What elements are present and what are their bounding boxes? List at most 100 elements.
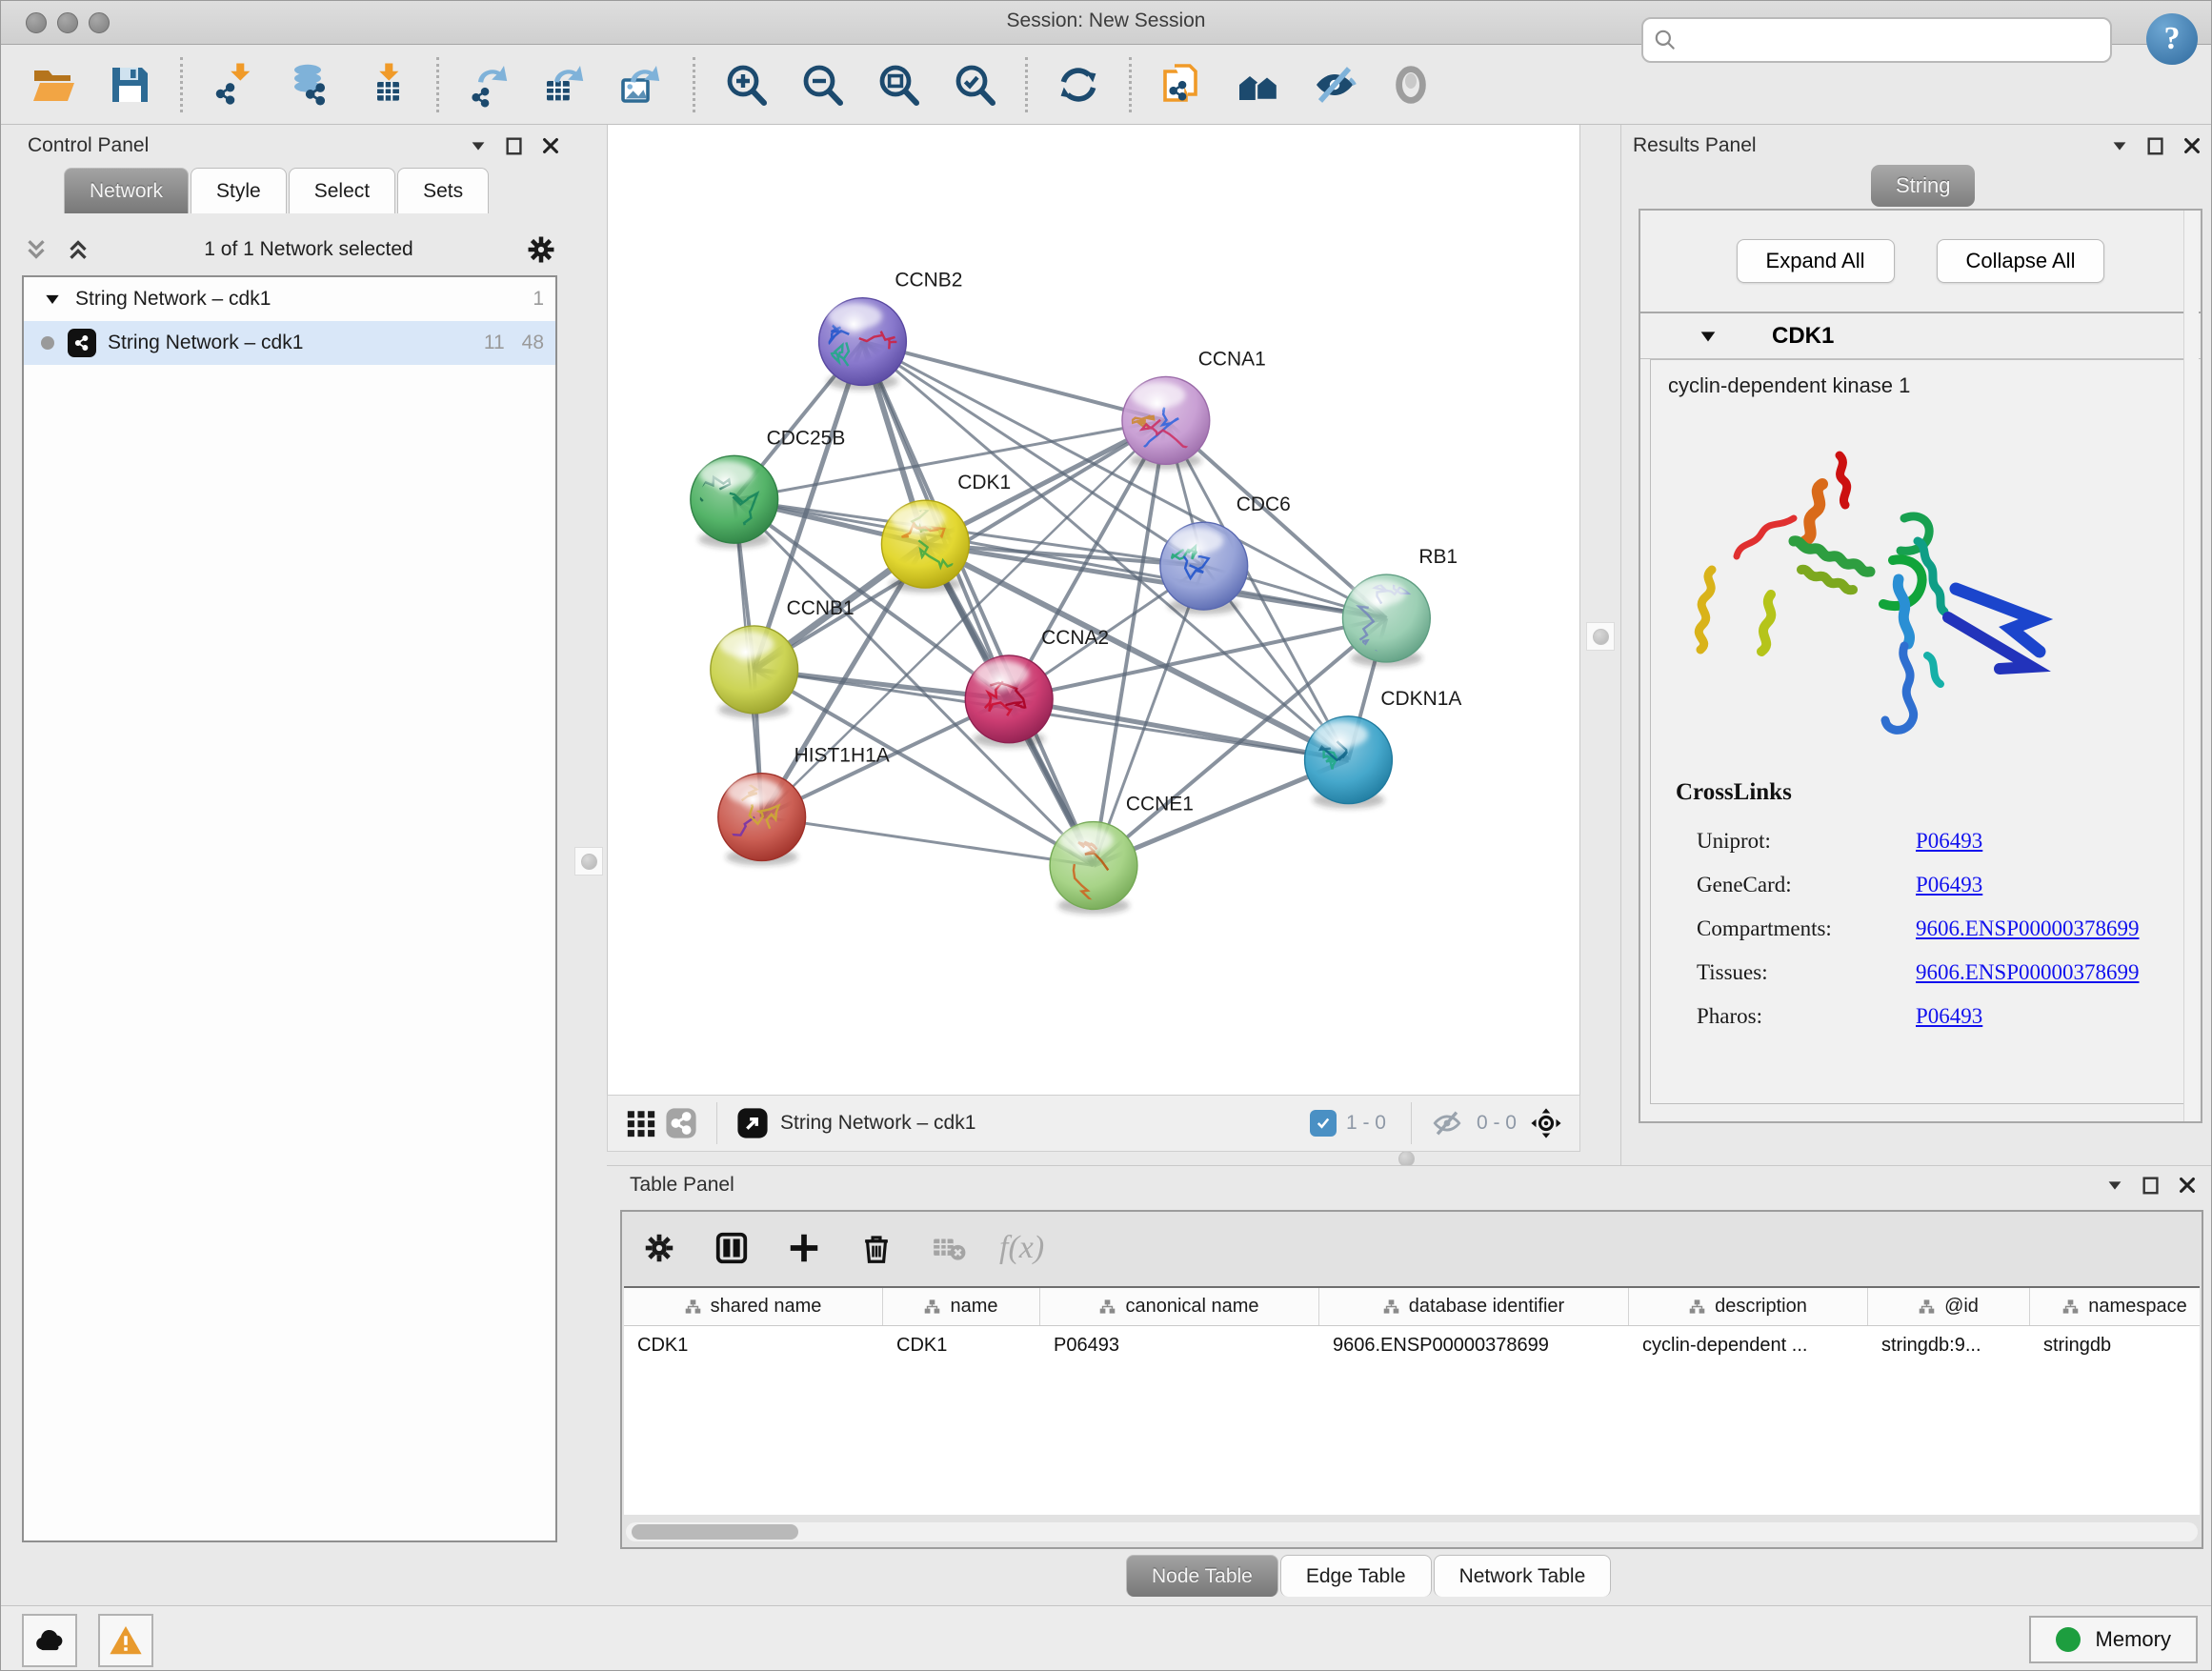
edge-CDC25B-CDC6[interactable] (734, 499, 1204, 566)
close-panel-icon[interactable] (2182, 135, 2202, 156)
node-CCNE1[interactable] (1050, 822, 1137, 923)
cell-name[interactable]: CDK1 (883, 1326, 1040, 1364)
collapse-gene-icon[interactable] (1698, 326, 1719, 347)
selected-checkbox-icon[interactable] (1310, 1110, 1337, 1137)
graphics-detail-grid-icon[interactable] (621, 1103, 661, 1143)
tab-sets[interactable]: Sets (397, 168, 489, 213)
cell-database-identifier[interactable]: 9606.ENSP00000378699 (1319, 1326, 1629, 1364)
node-CCNB1[interactable] (711, 626, 798, 718)
column-header-@id[interactable]: @id (1868, 1288, 2030, 1325)
node-CDC25B[interactable] (691, 455, 778, 548)
external-window-icon[interactable] (733, 1103, 773, 1143)
edge-HIST1H1A-CCNE1[interactable] (762, 817, 1094, 866)
node-RB1[interactable] (1342, 574, 1430, 667)
node-HIST1H1A[interactable] (715, 774, 805, 866)
table-row[interactable]: CDK1CDK1P064939606.ENSP00000378699cyclin… (624, 1326, 2200, 1364)
birdseye-share-icon[interactable] (661, 1103, 701, 1143)
network-canvas[interactable]: CCNB2CCNA1CDC25BCDK1CDC6RB1CCNB1CCNA2CDK… (607, 125, 1580, 1095)
tab-style[interactable]: Style (191, 168, 287, 213)
column-header-description[interactable]: description (1629, 1288, 1868, 1325)
gene-details: cyclin-dependent kinase 1 (1650, 359, 2191, 1104)
search-input[interactable] (1678, 21, 2110, 59)
export-image-icon[interactable] (616, 59, 668, 111)
save-session-icon[interactable] (104, 59, 155, 111)
first-neighbors-icon[interactable] (1233, 59, 1284, 111)
import-network-file-icon[interactable] (208, 59, 259, 111)
tab-network[interactable]: Network (64, 168, 189, 213)
collapse-panel-icon[interactable] (2104, 1175, 2125, 1196)
results-scrollbar[interactable] (2183, 211, 2199, 1121)
float-panel-icon[interactable] (2141, 1175, 2162, 1196)
expand-all-button[interactable]: Expand All (1737, 239, 1895, 283)
column-header-namespace[interactable]: namespace (2030, 1288, 2200, 1325)
zoom-selected-icon[interactable] (949, 59, 1000, 111)
clone-network-icon[interactable] (1156, 59, 1208, 111)
cloud-status-button[interactable] (22, 1614, 77, 1667)
table-hscrollbar[interactable] (626, 1522, 2198, 1541)
crosslink-link[interactable]: P06493 (1916, 1004, 1982, 1029)
float-panel-icon[interactable] (2145, 135, 2166, 156)
cell-description[interactable]: cyclin-dependent ... (1629, 1326, 1868, 1364)
expand-all-tree-icon[interactable] (64, 235, 92, 264)
node-CDK1[interactable] (881, 500, 969, 593)
gear-icon[interactable] (525, 233, 557, 266)
right-splitter-handle[interactable] (1586, 622, 1615, 651)
node-CDC6[interactable] (1160, 522, 1248, 614)
tree-expander-icon[interactable] (43, 290, 62, 309)
network-graph[interactable]: CCNB2CCNA1CDC25BCDK1CDC6RB1CCNB1CCNA2CDK… (608, 125, 1579, 1095)
refresh-layout-icon[interactable] (1053, 59, 1104, 111)
open-session-icon[interactable] (28, 59, 79, 111)
column-header-name[interactable]: name (883, 1288, 1040, 1325)
cell-canonical-name[interactable]: P06493 (1040, 1326, 1319, 1364)
export-network-icon[interactable] (464, 59, 515, 111)
add-column-icon[interactable] (782, 1226, 826, 1270)
column-header-shared-name[interactable]: shared name (624, 1288, 883, 1325)
left-splitter-handle[interactable] (574, 847, 603, 876)
column-header-database-identifier[interactable]: database identifier (1319, 1288, 1629, 1325)
tab-select[interactable]: Select (289, 168, 395, 213)
crosslink-link[interactable]: 9606.ENSP00000378699 (1916, 960, 2140, 985)
tab-node-table[interactable]: Node Table (1126, 1555, 1278, 1597)
search-box[interactable] (1641, 17, 2112, 63)
tab-network-table[interactable]: Network Table (1434, 1555, 1612, 1597)
export-table-icon[interactable] (540, 59, 592, 111)
warning-status-button[interactable] (98, 1614, 153, 1667)
close-panel-icon[interactable] (2177, 1175, 2198, 1196)
select-columns-icon[interactable] (710, 1226, 754, 1270)
tab-string[interactable]: String (1871, 165, 1975, 207)
crosslink-link[interactable]: P06493 (1916, 873, 1982, 897)
hide-selected-icon[interactable] (1309, 59, 1360, 111)
cell-@id[interactable]: stringdb:9... (1868, 1326, 2030, 1364)
navigator-crosshair-icon[interactable] (1526, 1103, 1566, 1143)
edge-CCNA2-CDKN1A[interactable] (1009, 699, 1348, 760)
crosslink-link[interactable]: 9606.ENSP00000378699 (1916, 916, 2140, 941)
node-CDKN1A[interactable] (1305, 716, 1393, 809)
help-button[interactable]: ? (2146, 13, 2198, 65)
zoom-out-icon[interactable] (796, 59, 848, 111)
collapse-panel-icon[interactable] (2109, 135, 2130, 156)
gene-section-header[interactable]: CDK1 (1640, 313, 2201, 359)
delete-column-icon[interactable] (855, 1226, 898, 1270)
import-network-database-icon[interactable] (284, 59, 335, 111)
hidden-eye-slash-icon (1427, 1103, 1467, 1143)
crosslink-link[interactable]: P06493 (1916, 829, 1982, 854)
close-panel-icon[interactable] (540, 135, 561, 156)
network-row-selected[interactable]: String Network – cdk1 11 48 (24, 321, 555, 365)
zoom-in-icon[interactable] (720, 59, 772, 111)
memory-button[interactable]: Memory (2029, 1616, 2198, 1663)
collapse-all-button[interactable]: Collapse All (1937, 239, 2105, 283)
node-CCNA2[interactable] (965, 655, 1053, 748)
cell-namespace[interactable]: stringdb (2030, 1326, 2200, 1364)
zoom-fit-icon[interactable] (873, 59, 924, 111)
import-table-file-icon[interactable] (360, 59, 412, 111)
column-header-canonical-name[interactable]: canonical name (1040, 1288, 1319, 1325)
node-table[interactable]: shared namenamecanonical namedatabase id… (624, 1286, 2200, 1515)
cell-shared-name[interactable]: CDK1 (624, 1326, 883, 1364)
tab-edge-table[interactable]: Edge Table (1280, 1555, 1432, 1597)
float-panel-icon[interactable] (504, 135, 525, 156)
node-CCNA1[interactable] (1122, 376, 1210, 469)
table-gear-icon[interactable] (637, 1226, 681, 1270)
network-collection-row[interactable]: String Network – cdk1 1 (24, 277, 555, 321)
collapse-all-tree-icon[interactable] (22, 235, 50, 264)
collapse-panel-icon[interactable] (468, 135, 489, 156)
